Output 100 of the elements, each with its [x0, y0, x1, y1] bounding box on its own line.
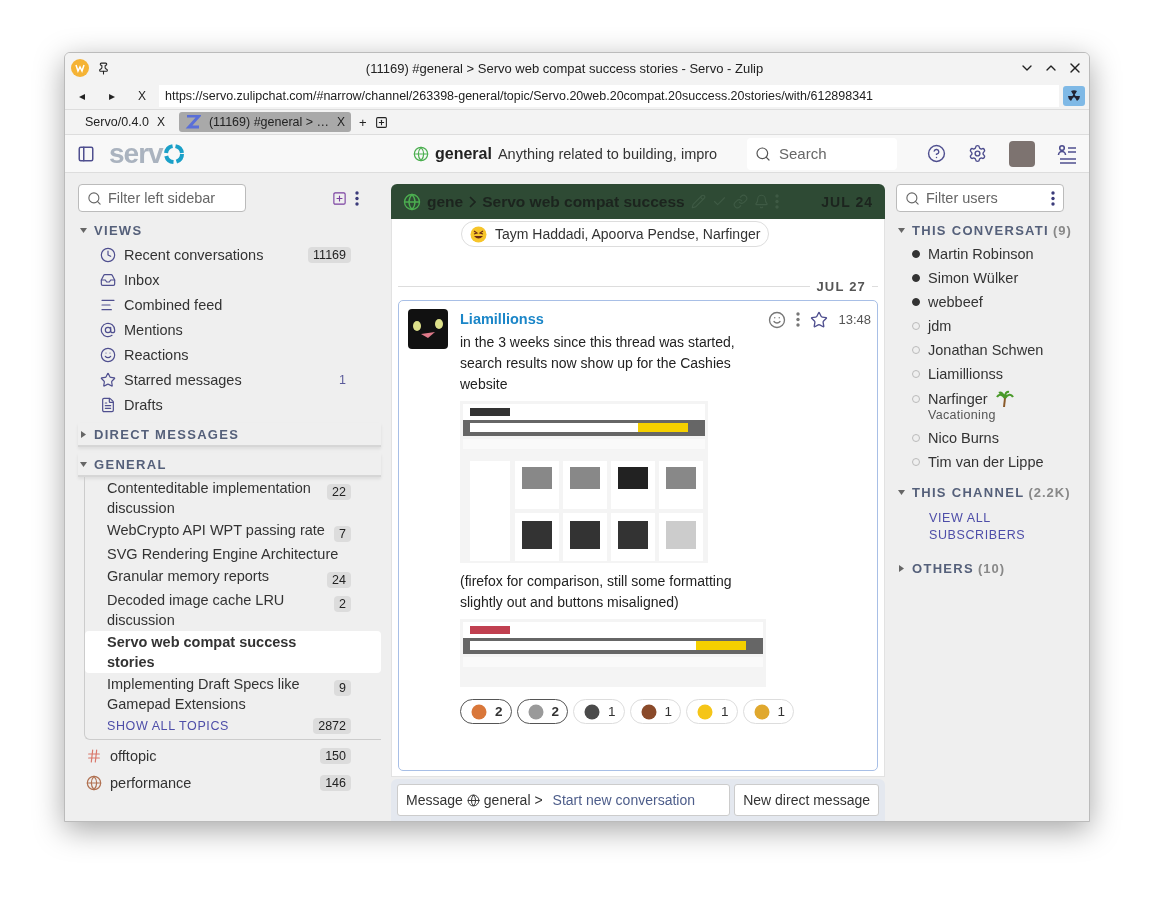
message-text: (firefox for comparison, still some formatting slightly out and buttons misaligned) [460, 572, 733, 612]
topic-item[interactable]: Implementing Draft Specs like Gamepad Extensions 9 [85, 673, 381, 715]
pin-icon[interactable] [97, 61, 110, 75]
globe-icon [86, 774, 102, 791]
emoji-icon [697, 703, 714, 720]
caret-icon [80, 226, 87, 234]
nav-button[interactable]: X [129, 89, 155, 103]
radiation-button[interactable] [1063, 86, 1085, 106]
user-item[interactable]: Martin Robinson [896, 242, 1081, 266]
search-icon [87, 190, 102, 206]
topic-item[interactable]: Granular memory reports 24 [85, 565, 381, 589]
browser-tab[interactable]: Servo/0.4.0 X [79, 112, 171, 132]
user-list-icon[interactable] [1057, 143, 1077, 164]
topic-item[interactable]: Decoded image cache LRU discussion 2 [85, 589, 381, 631]
channel-item[interactable]: offtopic 150 [78, 742, 381, 769]
section-header[interactable]: OTHERS (10) [896, 556, 1081, 580]
section-header[interactable]: THIS CONVERSATI (9) [896, 218, 1081, 242]
reaction-button[interactable]: 1 [686, 699, 738, 724]
user-item[interactable]: Tim van der Lippe [896, 450, 1081, 474]
user-avatar-photo[interactable] [1009, 140, 1035, 167]
search-field[interactable]: Search [747, 137, 897, 170]
user-item[interactable]: webbeef [896, 290, 1081, 314]
section-header[interactable]: THIS CHANNEL (2.2K) [896, 480, 1081, 504]
user-item[interactable]: Liamillionss [896, 362, 1081, 386]
topic-item[interactable]: Contenteditable implementation discussion 22 [85, 477, 381, 519]
new-direct-message-button[interactable]: New direct message [734, 784, 879, 816]
add-square-icon[interactable] [374, 115, 388, 129]
browser-tab[interactable]: (11169) #general > … X [178, 112, 352, 132]
section-header[interactable]: GENERAL [78, 453, 381, 477]
topic-item[interactable]: Servo web compat success stories [85, 631, 381, 673]
laughing-emoji-icon [470, 225, 487, 243]
url-field[interactable]: https://servo.zulipchat.com/#narrow/channel/263398-general/topic/Servo.20web.20compat.20success.20stories/with/612898341 [159, 85, 1059, 107]
unread-count: 2 [334, 596, 351, 612]
tab-close-button[interactable]: X [156, 115, 165, 129]
star-icon [810, 310, 829, 329]
view-item[interactable]: Combined feed [78, 292, 381, 317]
reaction-button[interactable]: 2 [516, 699, 569, 724]
show-all-topics-link[interactable]: SHOW ALL TOPICS [107, 719, 314, 733]
view-item[interactable]: Drafts [78, 392, 381, 417]
nav-button[interactable]: ▸ [99, 89, 125, 103]
clock-icon [100, 246, 116, 263]
topic-item[interactable]: WebCrypto API WPT passing rate 7 [85, 519, 381, 543]
sidebar-toggle-icon[interactable] [77, 144, 95, 163]
add-reaction-icon [768, 310, 787, 329]
emoji-icon [584, 703, 601, 720]
tab-label: Servo/0.4.0 [85, 115, 149, 129]
emoji-icon [527, 703, 544, 720]
user-item[interactable]: jdm [896, 314, 1081, 338]
tab-close-button[interactable]: X [337, 115, 346, 129]
reaction-button[interactable]: 1 [742, 699, 795, 724]
more-options-icon[interactable] [355, 190, 359, 206]
emoji-icon [640, 703, 657, 720]
unread-count: 146 [320, 774, 351, 791]
radiation-icon [1067, 89, 1081, 103]
section-header[interactable]: DIRECT MESSAGES [78, 423, 381, 447]
globe-icon [403, 192, 421, 211]
more-options-icon[interactable] [796, 312, 801, 327]
filter-users-field[interactable]: Filter users [896, 184, 1064, 212]
reaction-button[interactable]: 1 [573, 699, 625, 724]
view-item[interactable]: Inbox [78, 267, 381, 292]
inbox-icon [100, 271, 116, 288]
new-tab-button[interactable]: + [359, 114, 367, 130]
unread-count: 11169 [308, 246, 351, 263]
at-sign-icon [100, 321, 116, 338]
window-title: (11169) #general > Servo web compat success stories - Servo - Zulip [364, 60, 765, 76]
unread-count: 9 [334, 680, 351, 696]
logo-text: serv [109, 137, 163, 170]
chevron-icon [469, 195, 477, 208]
more-options-icon[interactable] [1051, 190, 1055, 206]
caret-icon [898, 564, 905, 572]
unread-count: 22 [327, 484, 351, 500]
reaction-button[interactable]: 1 [629, 699, 682, 724]
caret-icon [898, 488, 905, 496]
nav-button[interactable]: ◂ [69, 89, 95, 103]
filter-field[interactable]: Filter left sidebar [78, 184, 246, 212]
sender-name[interactable]: Liamillionss [460, 309, 759, 330]
zulip-logo-icon [184, 115, 201, 129]
view-item[interactable]: Recent conversations 11169 [78, 242, 381, 267]
reaction-button[interactable]: 2 [460, 699, 512, 724]
globe-icon [413, 145, 429, 162]
channel-item[interactable]: performance 146 [78, 769, 381, 796]
emoji-icon [753, 703, 770, 720]
view-item[interactable]: Mentions [78, 317, 381, 342]
view-item[interactable]: Reactions [78, 342, 381, 367]
hash-icon [86, 747, 102, 764]
date-divider: JUL 27 [816, 279, 866, 294]
unread-count: 1 [338, 371, 347, 388]
view-item[interactable]: Starred messages 1 [78, 367, 381, 392]
browser-logo-icon [71, 59, 89, 77]
compose-button[interactable]: Message general > Start new conversation [397, 784, 731, 816]
user-item[interactable]: Nico Burns [896, 426, 1081, 450]
user-item[interactable]: Simon Wülker [896, 266, 1081, 290]
topic-item[interactable]: SVG Rendering Engine Architecture [85, 543, 381, 565]
user-item[interactable]: Narfinger Vacationing [896, 386, 1081, 426]
unread-count: 24 [327, 572, 351, 588]
view-all-subscribers-link[interactable]: VIEW ALL SUBSCRIBERS [896, 510, 1036, 544]
unread-count: 2872 [313, 718, 351, 734]
section-header[interactable]: VIEWS [78, 218, 381, 242]
document-icon [100, 396, 116, 413]
user-item[interactable]: Jonathan Schwen [896, 338, 1081, 362]
